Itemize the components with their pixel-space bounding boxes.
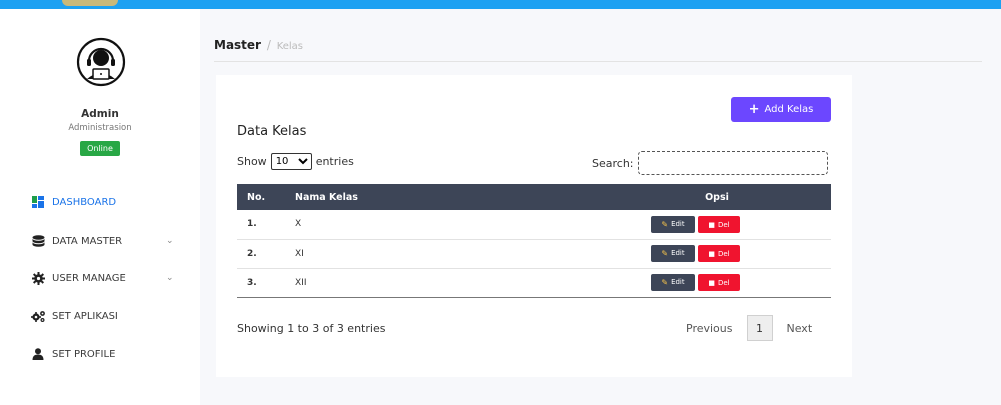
pencil-icon: ✎	[661, 248, 669, 258]
cell-nama-kelas: X	[285, 210, 603, 240]
trash-icon: ■	[708, 220, 715, 229]
card-title: Data Kelas	[237, 124, 307, 139]
cell-opsi: ✎ Edit ■ Del	[603, 239, 831, 269]
chevron-down-icon: ⌄	[166, 236, 174, 246]
column-header-no[interactable]: No.	[237, 184, 285, 210]
sidebar-item-dashboard[interactable]: DASHBOARD	[30, 192, 190, 212]
user-icon	[30, 346, 46, 362]
sidebar-item-set-aplikasi[interactable]: SET APLIKASI	[30, 306, 190, 326]
sidebar-item-set-profile[interactable]: SET PROFILE	[30, 344, 190, 364]
sidebar-item-data-master[interactable]: DATA MASTER ⌄	[30, 231, 190, 251]
search-input[interactable]	[637, 151, 828, 175]
edit-button[interactable]: ✎ Edit	[651, 244, 695, 262]
delete-label: Del	[717, 220, 730, 229]
app-logo	[62, 0, 118, 6]
delete-button[interactable]: ■ Del	[698, 216, 740, 233]
breadcrumb-current: Kelas	[276, 41, 304, 52]
trash-icon: ■	[708, 278, 715, 287]
kelas-table: No. Nama Kelas Opsi 1. X ✎ Edit ■ Del 2. XI	[237, 184, 831, 298]
cell-nama-kelas: XII	[285, 268, 603, 298]
data-kelas-card: + Add Kelas Data Kelas Show 10 25 50 100…	[216, 75, 852, 377]
top-accent-bar	[0, 0, 1001, 9]
entries-select[interactable]: 10 25 50 100	[270, 153, 312, 170]
dashboard-icon	[30, 194, 46, 210]
avatar	[76, 37, 126, 87]
cell-nama-kelas: XI	[285, 239, 603, 269]
sidebar-item-user-manage[interactable]: USER MANAGE ⌄	[30, 268, 190, 288]
search-control: Search:	[592, 151, 828, 175]
main-content: Master / Kelas + Add Kelas Data Kelas Sh…	[200, 9, 1001, 405]
table-row: 2. XI ✎ Edit ■ Del	[237, 239, 831, 269]
sidebar-item-label: SET PROFILE	[52, 348, 116, 360]
edit-button[interactable]: ✎ Edit	[651, 215, 695, 233]
table-row: 1. X ✎ Edit ■ Del	[237, 210, 831, 240]
sidebar-item-label: DATA MASTER	[52, 235, 123, 247]
trash-icon: ■	[708, 249, 715, 258]
user-name: Admin	[81, 108, 119, 120]
sidebar-item-label: DASHBOARD	[52, 196, 117, 208]
edit-label: Edit	[671, 278, 685, 287]
edit-label: Edit	[671, 249, 685, 258]
database-icon	[30, 233, 46, 249]
table-row: 3. XII ✎ Edit ■ Del	[237, 268, 831, 298]
cell-no: 3.	[237, 268, 285, 298]
length-prefix: Show	[237, 155, 267, 168]
length-suffix: entries	[315, 155, 354, 168]
add-kelas-label: Add Kelas	[764, 104, 814, 115]
previous-page-button[interactable]: Previous	[686, 322, 733, 335]
table-info: Showing 1 to 3 of 3 entries	[237, 322, 386, 335]
sidebar-item-label: USER MANAGE	[52, 272, 126, 284]
breadcrumb-divider	[214, 61, 982, 62]
cell-opsi: ✎ Edit ■ Del	[603, 268, 831, 298]
breadcrumb-section[interactable]: Master	[214, 38, 261, 52]
cell-no: 2.	[237, 239, 285, 269]
add-kelas-button[interactable]: + Add Kelas	[731, 97, 831, 122]
chevron-down-icon: ⌄	[166, 273, 174, 283]
edit-label: Edit	[671, 220, 685, 228]
gear-icon	[30, 270, 46, 286]
user-headset-icon	[76, 37, 126, 87]
pagination: Previous 1 Next	[686, 315, 812, 341]
entries-length-control: Show 10 25 50 100 entries	[237, 153, 354, 170]
next-page-button[interactable]: Next	[787, 322, 813, 335]
sidebar: Admin Administrasion Online DASHBOARD DA…	[0, 9, 200, 405]
column-header-opsi: Opsi	[603, 184, 831, 210]
pencil-icon: ✎	[661, 277, 669, 287]
delete-label: Del	[717, 249, 730, 258]
delete-label: Del	[717, 278, 730, 287]
breadcrumb-separator: /	[266, 38, 271, 52]
breadcrumb: Master / Kelas	[214, 38, 303, 52]
gears-icon	[30, 308, 46, 324]
edit-button[interactable]: ✎ Edit	[651, 273, 695, 291]
column-header-nama-kelas[interactable]: Nama Kelas	[285, 184, 603, 210]
status-badge: Online	[80, 141, 120, 156]
delete-button[interactable]: ■ Del	[698, 274, 740, 292]
user-role: Administrasion	[68, 123, 132, 133]
search-label: Search:	[592, 156, 634, 170]
sidebar-item-label: SET APLIKASI	[52, 310, 118, 322]
cell-no: 1.	[237, 210, 285, 240]
page-number-button[interactable]: 1	[746, 315, 773, 341]
plus-icon: +	[748, 102, 760, 117]
table-header-row: No. Nama Kelas Opsi	[237, 184, 831, 210]
delete-button[interactable]: ■ Del	[698, 245, 740, 263]
pencil-icon: ✎	[661, 219, 669, 229]
cell-opsi: ✎ Edit ■ Del	[603, 210, 831, 240]
